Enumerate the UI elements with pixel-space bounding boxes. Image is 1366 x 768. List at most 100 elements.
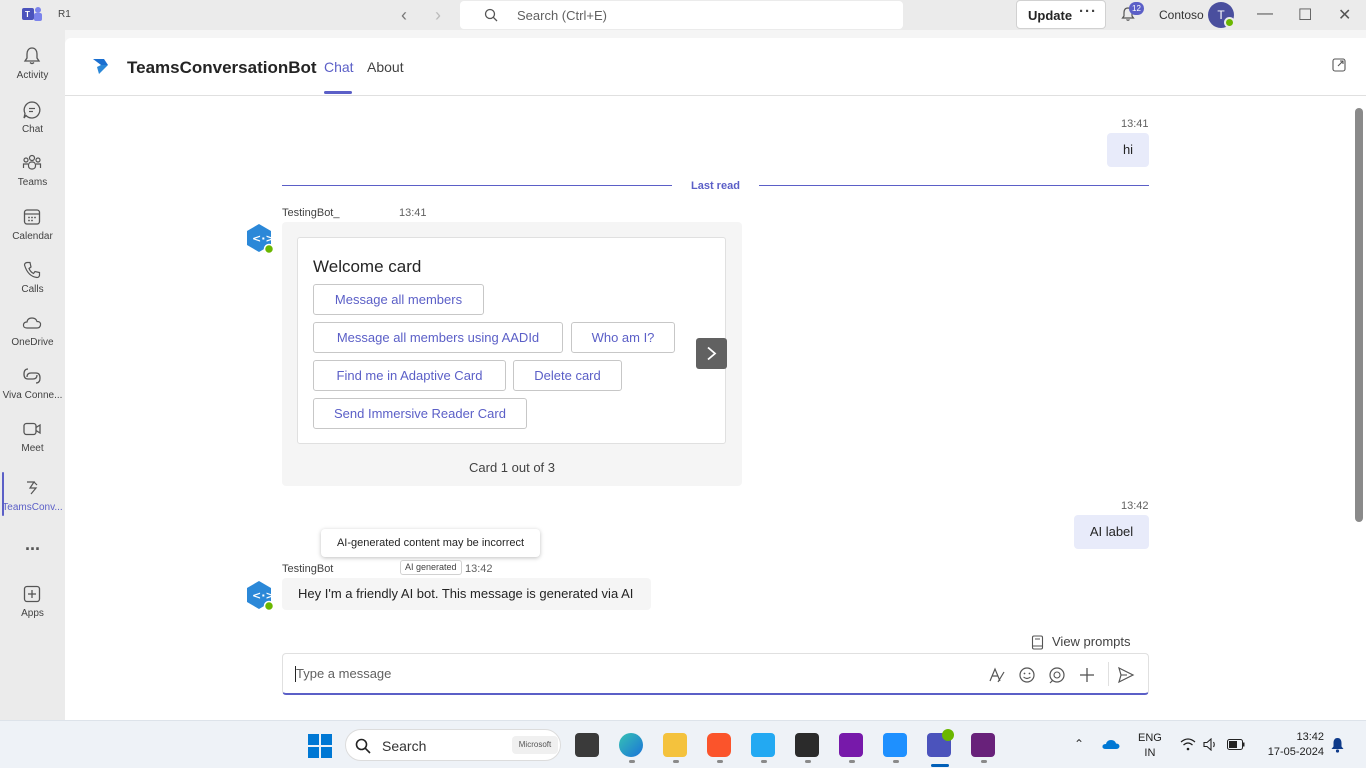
edge-icon[interactable] (619, 733, 643, 757)
running-indicator (761, 760, 767, 763)
welcome-card: Welcome card Message all members Message… (297, 237, 726, 444)
bot-message-bubble[interactable]: Hey I'm a friendly AI bot. This message … (282, 578, 651, 610)
paint-app-icon[interactable] (883, 733, 907, 757)
view-prompts-label: View prompts (1052, 634, 1131, 649)
profile-badge[interactable]: R1 (58, 9, 71, 20)
windows-start-icon[interactable] (308, 734, 332, 758)
update-button[interactable]: Update ··· (1016, 0, 1106, 29)
brave-browser-icon[interactable] (707, 733, 731, 757)
bot-avatar-icon[interactable]: <·> (243, 579, 275, 611)
clock-time: 13:42 (1296, 731, 1324, 743)
rail-label: Activity (16, 70, 49, 81)
close-icon[interactable]: ✕ (1338, 5, 1351, 25)
bot-avatar-icon[interactable]: <·> (243, 222, 275, 254)
message-all-members-aadid-button[interactable]: Message all members using AADId (313, 322, 563, 353)
rail-item-activity[interactable]: Activity (0, 46, 65, 96)
my-message-bubble[interactable]: AI label (1074, 515, 1149, 549)
delete-card-button[interactable]: Delete card (513, 360, 622, 391)
minimize-icon[interactable]: — (1257, 5, 1273, 23)
app-header: TeamsConversationBot Chat About (65, 38, 1366, 96)
lang-bottom: IN (1144, 747, 1156, 759)
taskbar-search[interactable]: Search Microsoft (345, 729, 561, 761)
add-icon[interactable] (1078, 666, 1096, 684)
chat-surface: TeamsConversationBot Chat About 13:41 hi… (65, 38, 1366, 720)
terminal-icon[interactable] (795, 733, 819, 757)
scrollbar[interactable] (1355, 108, 1363, 522)
search-input[interactable]: Search (Ctrl+E) (460, 1, 903, 29)
rail-item-teams[interactable]: Teams (0, 153, 65, 203)
rail-item-meet[interactable]: Meet (0, 419, 65, 469)
visual-studio-icon[interactable] (971, 733, 995, 757)
teams-status-icon (942, 729, 954, 741)
vscode-icon[interactable] (751, 733, 775, 757)
file-explorer-icon[interactable] (663, 733, 687, 757)
running-indicator (629, 760, 635, 763)
rail-item-apps[interactable]: Apps (0, 584, 65, 634)
task-view-icon[interactable] (575, 733, 599, 757)
last-read-divider (759, 185, 1149, 186)
message-timestamp: 13:42 (1121, 500, 1149, 512)
search-icon (484, 8, 498, 22)
ai-generated-badge[interactable]: AI generated (400, 560, 462, 575)
language-indicator[interactable]: ENG IN (1138, 731, 1162, 761)
loop-component-icon[interactable] (1048, 666, 1066, 684)
find-me-adaptive-card-button[interactable]: Find me in Adaptive Card (313, 360, 506, 391)
system-clock[interactable]: 13:42 17-05-2024 (1258, 730, 1324, 760)
tab-about[interactable]: About (367, 59, 404, 75)
bot-app-icon (27, 481, 38, 495)
search-icon (355, 738, 371, 754)
chat-icon (23, 101, 41, 119)
taskbar-search-label: Search (382, 738, 427, 754)
title-bar: T R1 ‹ › Search (Ctrl+E) Update ··· 12 C… (0, 0, 1366, 30)
teams-logo-icon: T (22, 7, 42, 21)
message-all-members-button[interactable]: Message all members (313, 284, 484, 315)
wifi-icon[interactable] (1180, 738, 1196, 751)
sender-name[interactable]: TestingBot (282, 563, 333, 575)
rail-item-calendar[interactable]: Calendar (0, 207, 65, 257)
my-message-bubble[interactable]: hi (1107, 133, 1149, 167)
forward-icon[interactable]: › (435, 6, 441, 24)
tab-chat[interactable]: Chat (324, 59, 354, 75)
svg-text:<·>: <·> (252, 232, 275, 245)
rail-item-chat[interactable]: Chat (0, 100, 65, 150)
who-am-i-button[interactable]: Who am I? (571, 322, 675, 353)
send-immersive-reader-card-button[interactable]: Send Immersive Reader Card (313, 398, 527, 429)
send-icon[interactable] (1117, 666, 1135, 684)
apps-icon (23, 585, 41, 603)
running-indicator (981, 760, 987, 763)
battery-icon[interactable] (1227, 739, 1245, 750)
rail-label: Viva Conne... (2, 390, 63, 401)
sender-name[interactable]: TestingBot_ (282, 207, 339, 219)
microsoft-badge: Microsoft (512, 736, 558, 754)
windows-taskbar: Search Microsoft ⌃ ENG IN 13:42 17-05-20… (0, 720, 1366, 768)
back-icon[interactable]: ‹ (401, 6, 407, 24)
rail-item-teamsconversationbot[interactable]: TeamsConv... (0, 478, 65, 528)
active-app-indicator (931, 764, 949, 767)
onedrive-tray-icon[interactable] (1102, 738, 1120, 750)
popout-icon[interactable] (1332, 58, 1346, 72)
message-composer[interactable]: Type a message (282, 653, 1149, 695)
maximize-icon[interactable]: ☐ (1298, 5, 1312, 25)
video-icon (23, 422, 41, 436)
svg-text:<·>: <·> (252, 589, 275, 602)
emoji-icon[interactable] (1018, 666, 1036, 684)
last-read-label: Last read (691, 180, 740, 192)
format-icon[interactable] (988, 666, 1006, 684)
notification-center-icon[interactable] (1330, 737, 1345, 753)
cloud-icon (22, 317, 42, 329)
rail-item-onedrive[interactable]: OneDrive (0, 313, 65, 363)
viva-icon (23, 368, 41, 384)
onenote-icon[interactable] (839, 733, 863, 757)
more-icon[interactable]: ··· (1079, 3, 1097, 20)
rail-item-more[interactable]: ... (0, 534, 65, 588)
show-hidden-icons-icon[interactable]: ⌃ (1074, 737, 1084, 751)
rail-item-calls[interactable]: Calls (0, 260, 65, 310)
org-name[interactable]: Contoso (1159, 8, 1204, 22)
ai-disclaimer-tooltip: AI-generated content may be incorrect (321, 529, 540, 557)
rail-item-viva[interactable]: Viva Conne... (0, 366, 65, 416)
teams-icon (22, 154, 42, 170)
running-indicator (893, 760, 899, 763)
next-card-button[interactable] (696, 338, 727, 369)
rail-label: Chat (21, 124, 44, 135)
volume-icon[interactable] (1203, 738, 1219, 751)
